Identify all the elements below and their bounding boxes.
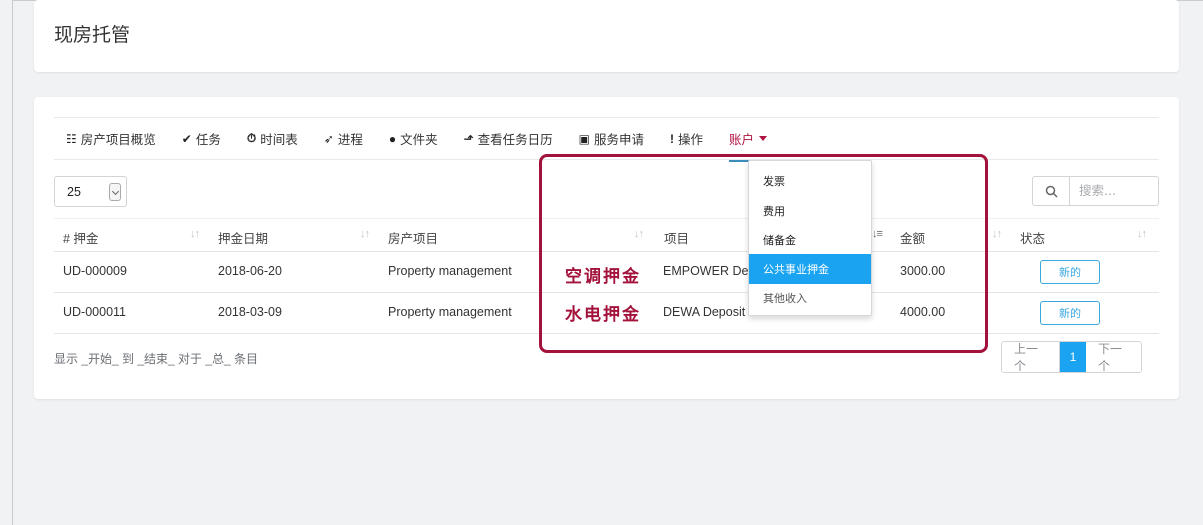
column-header-amount[interactable]: 金额	[900, 228, 925, 247]
tab-folders[interactable]: ● 文件夹	[389, 129, 438, 148]
comment-icon: ●	[388, 131, 397, 146]
tab-service-requests[interactable]: ▣ 服务申请	[579, 129, 644, 148]
menu-item-expenses[interactable]: 费用	[749, 196, 871, 226]
check-circle-icon: ✔	[181, 131, 192, 146]
page-size-value: 25	[67, 185, 81, 199]
page-1-button[interactable]: 1	[1060, 342, 1086, 372]
sort-desc-icon[interactable]: ↓≡	[872, 228, 883, 240]
menu-item-reserves[interactable]: 储备金	[749, 225, 871, 255]
search-box[interactable]	[1032, 176, 1159, 206]
sort-icon[interactable]: ↓↑	[190, 228, 200, 240]
tab-timesheet[interactable]: ⏱ 时间表	[247, 129, 298, 148]
column-header-date[interactable]: 押金日期	[218, 228, 268, 247]
deposit-item: EMPOWER Dep	[663, 264, 756, 278]
clock-icon: ⏱	[246, 131, 257, 145]
deposit-project: Property management	[388, 264, 512, 278]
deposit-amount: 4000.00	[900, 305, 946, 319]
sort-icon[interactable]: ↓↑	[1137, 228, 1147, 240]
deposit-date: 2018-03-09	[218, 305, 282, 319]
tab-label: 时间表	[260, 133, 298, 147]
accounts-dropdown-menu: 发票 费用 储备金 公共事业押金 其他收入	[748, 160, 872, 316]
tab-label: 进程	[337, 133, 363, 147]
column-header-status[interactable]: 状态	[1020, 228, 1045, 247]
column-header-project[interactable]: 房产项目	[388, 228, 438, 247]
tab-label: 账户	[729, 133, 755, 147]
tab-tasks[interactable]: ✔ 任务	[182, 129, 221, 148]
next-page-button[interactable]: 下一个	[1086, 342, 1141, 372]
tab-actions[interactable]: ! 操作	[670, 129, 703, 148]
tab-progress[interactable]: ➶ 进程	[324, 129, 363, 148]
deposit-item: DEWA Deposit	[663, 305, 746, 319]
menu-item-other-income[interactable]: 其他收入	[749, 283, 871, 313]
deposit-project: Property management	[388, 305, 512, 319]
search-icon[interactable]	[1033, 177, 1070, 205]
page-title: 现房托管	[54, 24, 131, 46]
table-info: 显示 _开始_ 到 _结束_ 对于 _总_ 条目	[54, 352, 259, 366]
title-card: 现房托管	[34, 0, 1179, 72]
tab-accounts[interactable]: 账户	[729, 129, 768, 162]
deposit-amount: 3000.00	[900, 264, 946, 278]
prev-page-button[interactable]: 上一个	[1002, 342, 1060, 372]
page-size-select[interactable]: 25	[54, 176, 127, 207]
grid-icon: ☷	[66, 131, 77, 146]
sort-icon[interactable]: ↓↑	[360, 228, 370, 240]
tab-bar: ☷ 房产项目概览 ✔ 任务 ⏱ 时间表 ➶ 进程 ● 文件夹 ⬏ 查看任务日历 …	[54, 117, 1159, 162]
column-header-deposit[interactable]: # 押金	[63, 228, 98, 247]
id-card-icon: ▣	[578, 131, 591, 146]
sort-icon[interactable]: ↓↑	[634, 228, 644, 240]
caret-down-icon	[759, 136, 768, 141]
search-input[interactable]	[1079, 183, 1154, 198]
annotation-ac-deposit: 空调押金	[565, 267, 641, 287]
table-header: # 押金 ↓↑ 押金日期 ↓↑ 房产项目 ↓↑ 项目 ↓≡ 金额 ↓↑ 状态 ↓…	[54, 218, 1159, 252]
tab-label: 查看任务日历	[477, 133, 553, 147]
main-card: ☷ 房产项目概览 ✔ 任务 ⏱ 时间表 ➶ 进程 ● 文件夹 ⬏ 查看任务日历 …	[34, 97, 1179, 399]
tab-label: 任务	[195, 133, 221, 147]
deposit-date: 2018-06-20	[218, 264, 282, 278]
status-badge: 新的	[1040, 301, 1100, 325]
tab-label: 操作	[678, 133, 704, 147]
menu-item-invoices[interactable]: 发票	[749, 166, 871, 196]
sort-icon[interactable]: ↓↑	[992, 228, 1002, 240]
deposit-id[interactable]: UD-000011	[63, 305, 126, 319]
rocket-icon: ➶	[323, 131, 334, 146]
annotation-utility-deposit: 水电押金	[565, 305, 641, 325]
tab-label: 服务申请	[594, 133, 645, 147]
chevron-down-icon[interactable]	[109, 183, 121, 201]
menu-item-utility-deposits[interactable]: 公共事业押金	[749, 254, 871, 284]
status-badge: 新的	[1040, 260, 1100, 284]
tab-label: 房产项目概览	[80, 133, 156, 147]
column-header-item[interactable]: 项目	[664, 228, 689, 247]
line-chart-icon: ⬏	[463, 131, 474, 146]
tab-label: 文件夹	[400, 133, 438, 147]
tab-overview[interactable]: ☷ 房产项目概览	[66, 129, 156, 148]
tab-calendar[interactable]: ⬏ 查看任务日历	[464, 129, 553, 148]
pagination: 上一个 1 下一个	[1001, 341, 1142, 373]
exclamation-icon: !	[670, 131, 675, 146]
deposit-id[interactable]: UD-000009	[63, 264, 127, 278]
